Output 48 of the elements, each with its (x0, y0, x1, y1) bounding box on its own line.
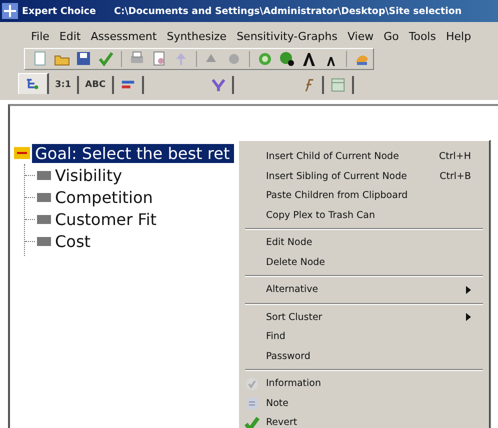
menu-item[interactable]: Alternative (266, 284, 466, 296)
menu-item[interactable]: Revert (266, 417, 471, 428)
menu-item[interactable]: Insert Sibling of Current Node (266, 170, 440, 182)
menu-item[interactable]: Help (444, 30, 472, 42)
node-icon (37, 214, 51, 224)
menu-item[interactable]: Sort Cluster (266, 312, 466, 323)
check-icon[interactable] (97, 50, 115, 68)
tab[interactable]: ABC (79, 76, 114, 94)
tree-node[interactable]: Cost (55, 232, 91, 250)
menu-item[interactable]: Information (266, 378, 471, 390)
save-icon[interactable] (75, 50, 93, 68)
menu-item[interactable]: Note (266, 398, 471, 409)
collapse-icon[interactable] (14, 147, 30, 159)
menu-item[interactable]: Copy Plex to Trash Can (266, 210, 471, 221)
tree-node[interactable]: Visibility (55, 166, 122, 184)
goal-node[interactable]: Goal: Select the best ret (32, 144, 234, 162)
node-icon (37, 170, 51, 180)
menu-item[interactable]: Paste Children from Clipboard (266, 190, 471, 202)
submenu-arrow-icon (466, 286, 471, 294)
menu-item[interactable]: Delete Node (266, 256, 471, 268)
tab[interactable]: 3:1 (49, 76, 80, 94)
shortcut-label: Ctrl+H (438, 151, 471, 162)
menu-item[interactable]: Synthesize (166, 30, 228, 42)
tree-node[interactable]: Customer Fit (55, 210, 157, 228)
node-icon (37, 236, 51, 246)
menu-item[interactable]: Tools (408, 30, 437, 42)
menu-item[interactable]: View (346, 30, 375, 42)
app-logo-icon (2, 3, 18, 19)
menu-item[interactable]: Find (266, 331, 471, 342)
menu-item[interactable]: Insert Child of Current Node (266, 151, 439, 162)
tree-icon (25, 76, 41, 92)
check-icon (243, 414, 261, 428)
submenu-arrow-icon (466, 313, 471, 322)
menu-item[interactable]: Edit (58, 30, 82, 42)
grid-icon (330, 77, 346, 93)
shortcut-label: Ctrl+B (440, 170, 471, 182)
funnel-icon (210, 77, 226, 93)
menu-item[interactable]: Go (382, 30, 400, 42)
file-path: C:\Documents and Settings\Administrator\Desktop\Site selection (114, 6, 462, 16)
window-title: Expert Choice (22, 6, 96, 16)
menu-item[interactable]: Edit Node (266, 237, 471, 248)
node-icon (37, 192, 51, 202)
menu-item[interactable]: Password (266, 350, 471, 362)
menu-item[interactable]: Sensitivity-Graphs (236, 30, 338, 42)
tree-node[interactable]: Competition (55, 188, 153, 206)
check-icon (243, 376, 261, 392)
menu-item[interactable]: File (30, 30, 50, 42)
menu-item[interactable]: Assessment (90, 30, 158, 42)
